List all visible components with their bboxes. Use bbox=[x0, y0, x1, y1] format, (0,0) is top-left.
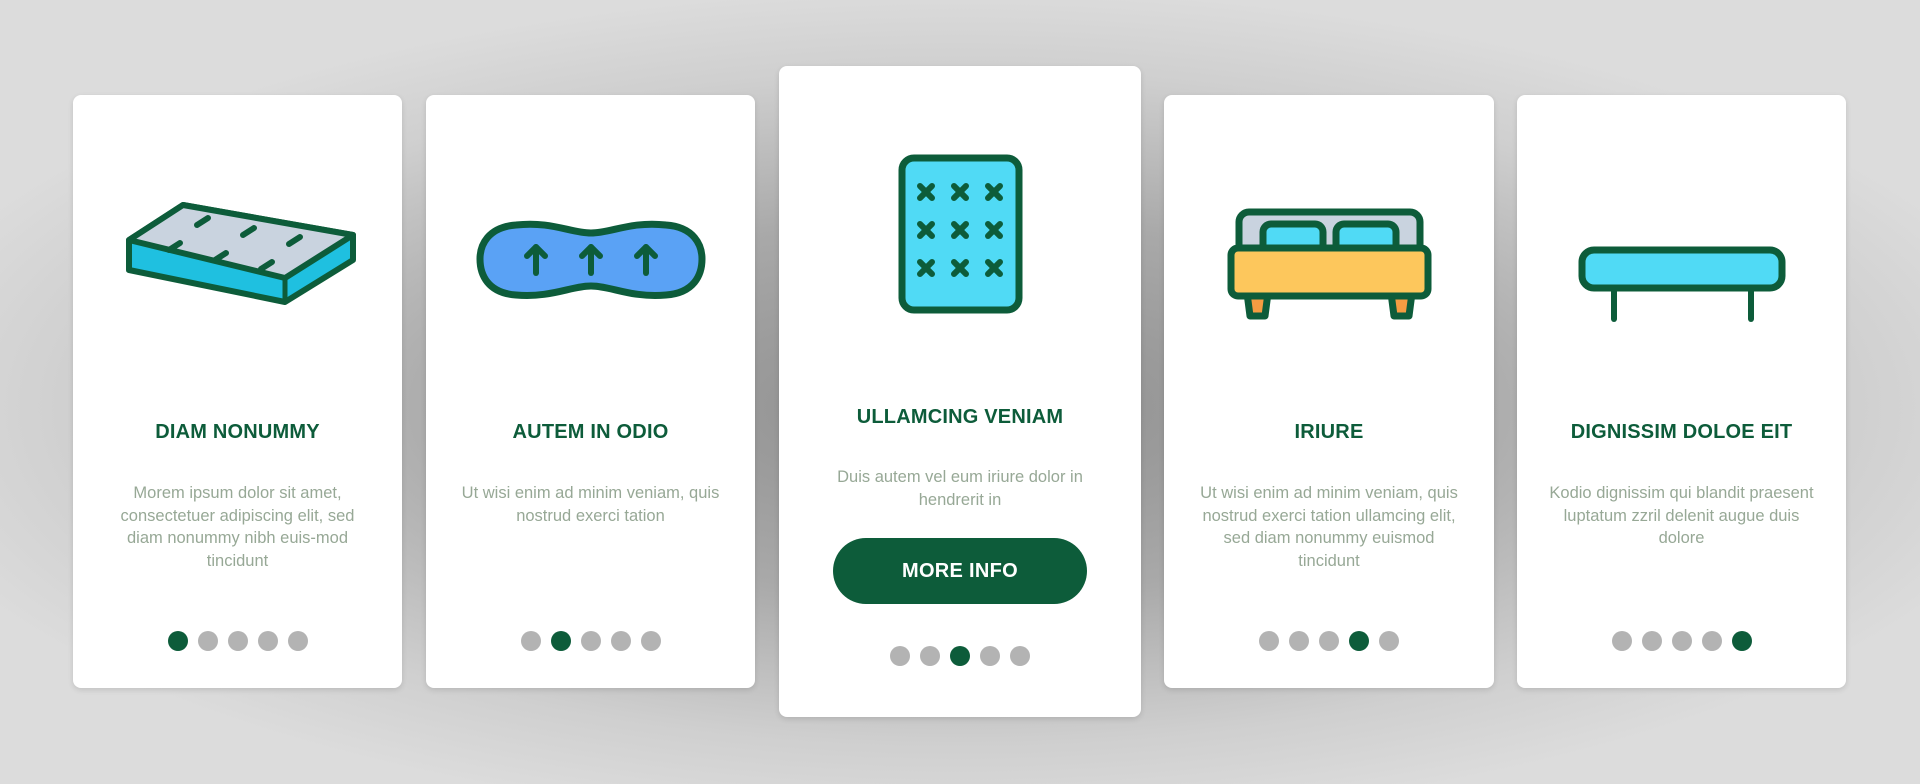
page-dot-1[interactable] bbox=[1611, 631, 1632, 651]
page-dot-5[interactable] bbox=[1379, 631, 1399, 651]
page-dot-2[interactable] bbox=[1289, 631, 1309, 651]
page-indicator bbox=[73, 631, 402, 651]
page-dot-5[interactable] bbox=[1010, 646, 1030, 666]
page-dot-4-active[interactable] bbox=[1349, 631, 1369, 651]
page-dot-5[interactable] bbox=[640, 631, 661, 651]
orthopedic-pillow-icon bbox=[475, 220, 706, 299]
page-dot-2-active[interactable] bbox=[550, 631, 571, 651]
onboarding-card-1: DIAM NONUMMY Morem ipsum dolor sit amet,… bbox=[73, 95, 402, 688]
page-dot-4[interactable] bbox=[1701, 631, 1722, 651]
page-dot-1[interactable] bbox=[520, 631, 541, 651]
card-description: Kodio dignissim qui blandit praesent lup… bbox=[1549, 484, 1814, 547]
page-indicator bbox=[1164, 631, 1494, 651]
page-dot-4[interactable] bbox=[610, 631, 631, 651]
page-dot-1-active[interactable] bbox=[167, 631, 188, 651]
quilted-mattress-icon bbox=[898, 154, 1022, 314]
card-description: Ut wisi enim ad minim veniam, quis nostr… bbox=[461, 484, 720, 525]
page-dot-3-active[interactable] bbox=[950, 646, 970, 666]
card-title: DIAM NONUMMY bbox=[155, 421, 320, 443]
page-dot-4[interactable] bbox=[257, 631, 278, 651]
more-info-button[interactable]: MORE INFO bbox=[833, 538, 1087, 604]
page-dot-5-active[interactable] bbox=[1731, 631, 1752, 651]
onboarding-card-3: ULLAMCING VENIAM Duis autem vel eum iriu… bbox=[779, 66, 1141, 717]
page-dot-3[interactable] bbox=[227, 631, 248, 651]
card-description: Ut wisi enim ad minim veniam, quis nostr… bbox=[1200, 484, 1458, 570]
card-title: AUTEM IN ODIO bbox=[512, 421, 669, 443]
page-dot-1[interactable] bbox=[1259, 631, 1279, 651]
page-dot-3[interactable] bbox=[1671, 631, 1692, 651]
card-title: ULLAMCING VENIAM bbox=[856, 406, 1064, 428]
page-dot-1[interactable] bbox=[890, 646, 910, 666]
page-dot-2[interactable] bbox=[1641, 631, 1662, 651]
page-dot-4[interactable] bbox=[980, 646, 1000, 666]
onboarding-card-4: IRIURE Ut wisi enim ad minim veniam, qui… bbox=[1164, 95, 1494, 688]
card-description: Morem ipsum dolor sit amet, consectetuer… bbox=[120, 484, 355, 570]
onboarding-card-5: DIGNISSIM DOLOE EIT Kodio dignissim qui … bbox=[1517, 95, 1846, 688]
onboarding-card-2: AUTEM IN ODIO Ut wisi enim ad minim veni… bbox=[426, 95, 755, 688]
double-bed-icon bbox=[1227, 208, 1431, 320]
page-indicator bbox=[779, 646, 1141, 666]
page-dot-5[interactable] bbox=[287, 631, 308, 651]
page-indicator bbox=[426, 631, 755, 651]
bench-mattress-icon bbox=[1578, 246, 1785, 322]
card-title: DIGNISSIM DOLOE EIT bbox=[1570, 421, 1793, 443]
card-description: Duis autem vel eum iriure dolor in hendr… bbox=[837, 468, 1083, 509]
page-dot-3[interactable] bbox=[580, 631, 601, 651]
card-title: IRIURE bbox=[1294, 421, 1364, 443]
page-indicator bbox=[1517, 631, 1846, 651]
page-dot-2[interactable] bbox=[920, 646, 940, 666]
mattress-icon bbox=[125, 202, 356, 305]
page-dot-3[interactable] bbox=[1319, 631, 1339, 651]
page-dot-2[interactable] bbox=[197, 631, 218, 651]
